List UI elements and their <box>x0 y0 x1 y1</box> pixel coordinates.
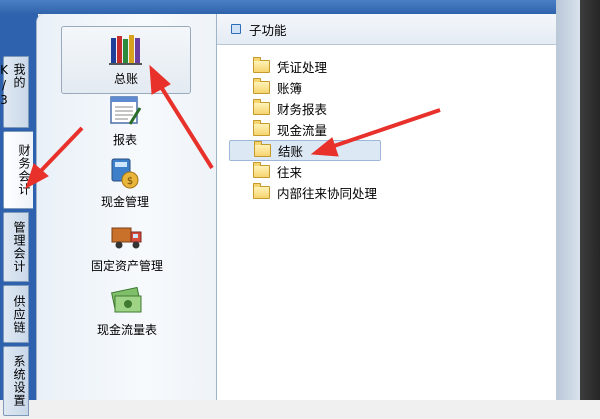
module-label: 总账 <box>113 72 138 86</box>
cash-icon <box>111 286 142 313</box>
module-panel: 总账 报表 $ 现金管理 固定资产管理 现金流量表 <box>36 14 216 400</box>
svg-text:$: $ <box>127 176 133 187</box>
module-report[interactable]: 报表 <box>81 94 169 154</box>
module-fixed-assets[interactable]: 固定资产管理 <box>77 220 177 280</box>
tree-item-cash-flow[interactable]: 现金流量 <box>229 119 381 140</box>
outer-background <box>580 0 600 400</box>
folder-icon <box>253 99 270 115</box>
tree-item-financial-statements[interactable]: 财务报表 <box>229 98 381 119</box>
tab-finance-accounting[interactable]: 财务会计 <box>3 131 33 209</box>
folder-icon <box>253 162 270 178</box>
module-label: 现金流量表 <box>96 323 157 337</box>
module-cash-flow-statement[interactable]: 现金流量表 <box>77 284 177 344</box>
subfunction-pane: 子功能 凭证处理 账簿 财务报表 现金流量 结账 往来 内部往来协同处理 <box>216 14 556 400</box>
tree-item-books[interactable]: 账簿 <box>229 77 381 98</box>
tab-system-settings[interactable]: 系统设置 <box>3 346 29 416</box>
folder-icon <box>253 183 270 199</box>
tree-item-internal-collab[interactable]: 内部往来协同处理 <box>229 182 381 203</box>
folder-open-icon <box>254 141 271 157</box>
tab-management-accounting[interactable]: 管理会计 <box>3 212 29 282</box>
vertical-tab-bar: 我的K/3 财务会计 管理会计 供应链 系统设置 <box>0 56 33 419</box>
subfunction-header-title: 子功能 <box>249 22 287 38</box>
tree-item-receivables[interactable]: 往来 <box>229 161 381 182</box>
tree-item-voucher[interactable]: 凭证处理 <box>229 56 381 77</box>
money-bag-icon: $ <box>111 158 139 189</box>
right-frame-strip <box>556 0 580 400</box>
folder-icon <box>253 78 270 94</box>
books-icon <box>109 35 142 65</box>
module-label: 固定资产管理 <box>90 259 163 273</box>
tab-supply-chain[interactable]: 供应链 <box>3 285 29 343</box>
module-label: 现金管理 <box>100 195 149 209</box>
subfunction-header: 子功能 <box>217 14 556 45</box>
folder-icon <box>253 57 270 73</box>
module-label: 报表 <box>112 133 137 147</box>
tree-item-close-period[interactable]: 结账 <box>229 140 382 161</box>
window-title-strip <box>0 0 600 14</box>
truck-icon <box>111 227 142 249</box>
folder-icon <box>253 120 270 136</box>
header-square-icon <box>231 24 241 34</box>
report-icon <box>110 96 142 125</box>
tab-my-k3[interactable]: 我的K/3 <box>0 56 29 128</box>
subfunction-list: 凭证处理 账簿 财务报表 现金流量 结账 往来 内部往来协同处理 <box>229 56 382 203</box>
module-cash-management[interactable]: $ 现金管理 <box>73 156 177 216</box>
module-general-ledger[interactable]: 总账 <box>61 26 191 94</box>
